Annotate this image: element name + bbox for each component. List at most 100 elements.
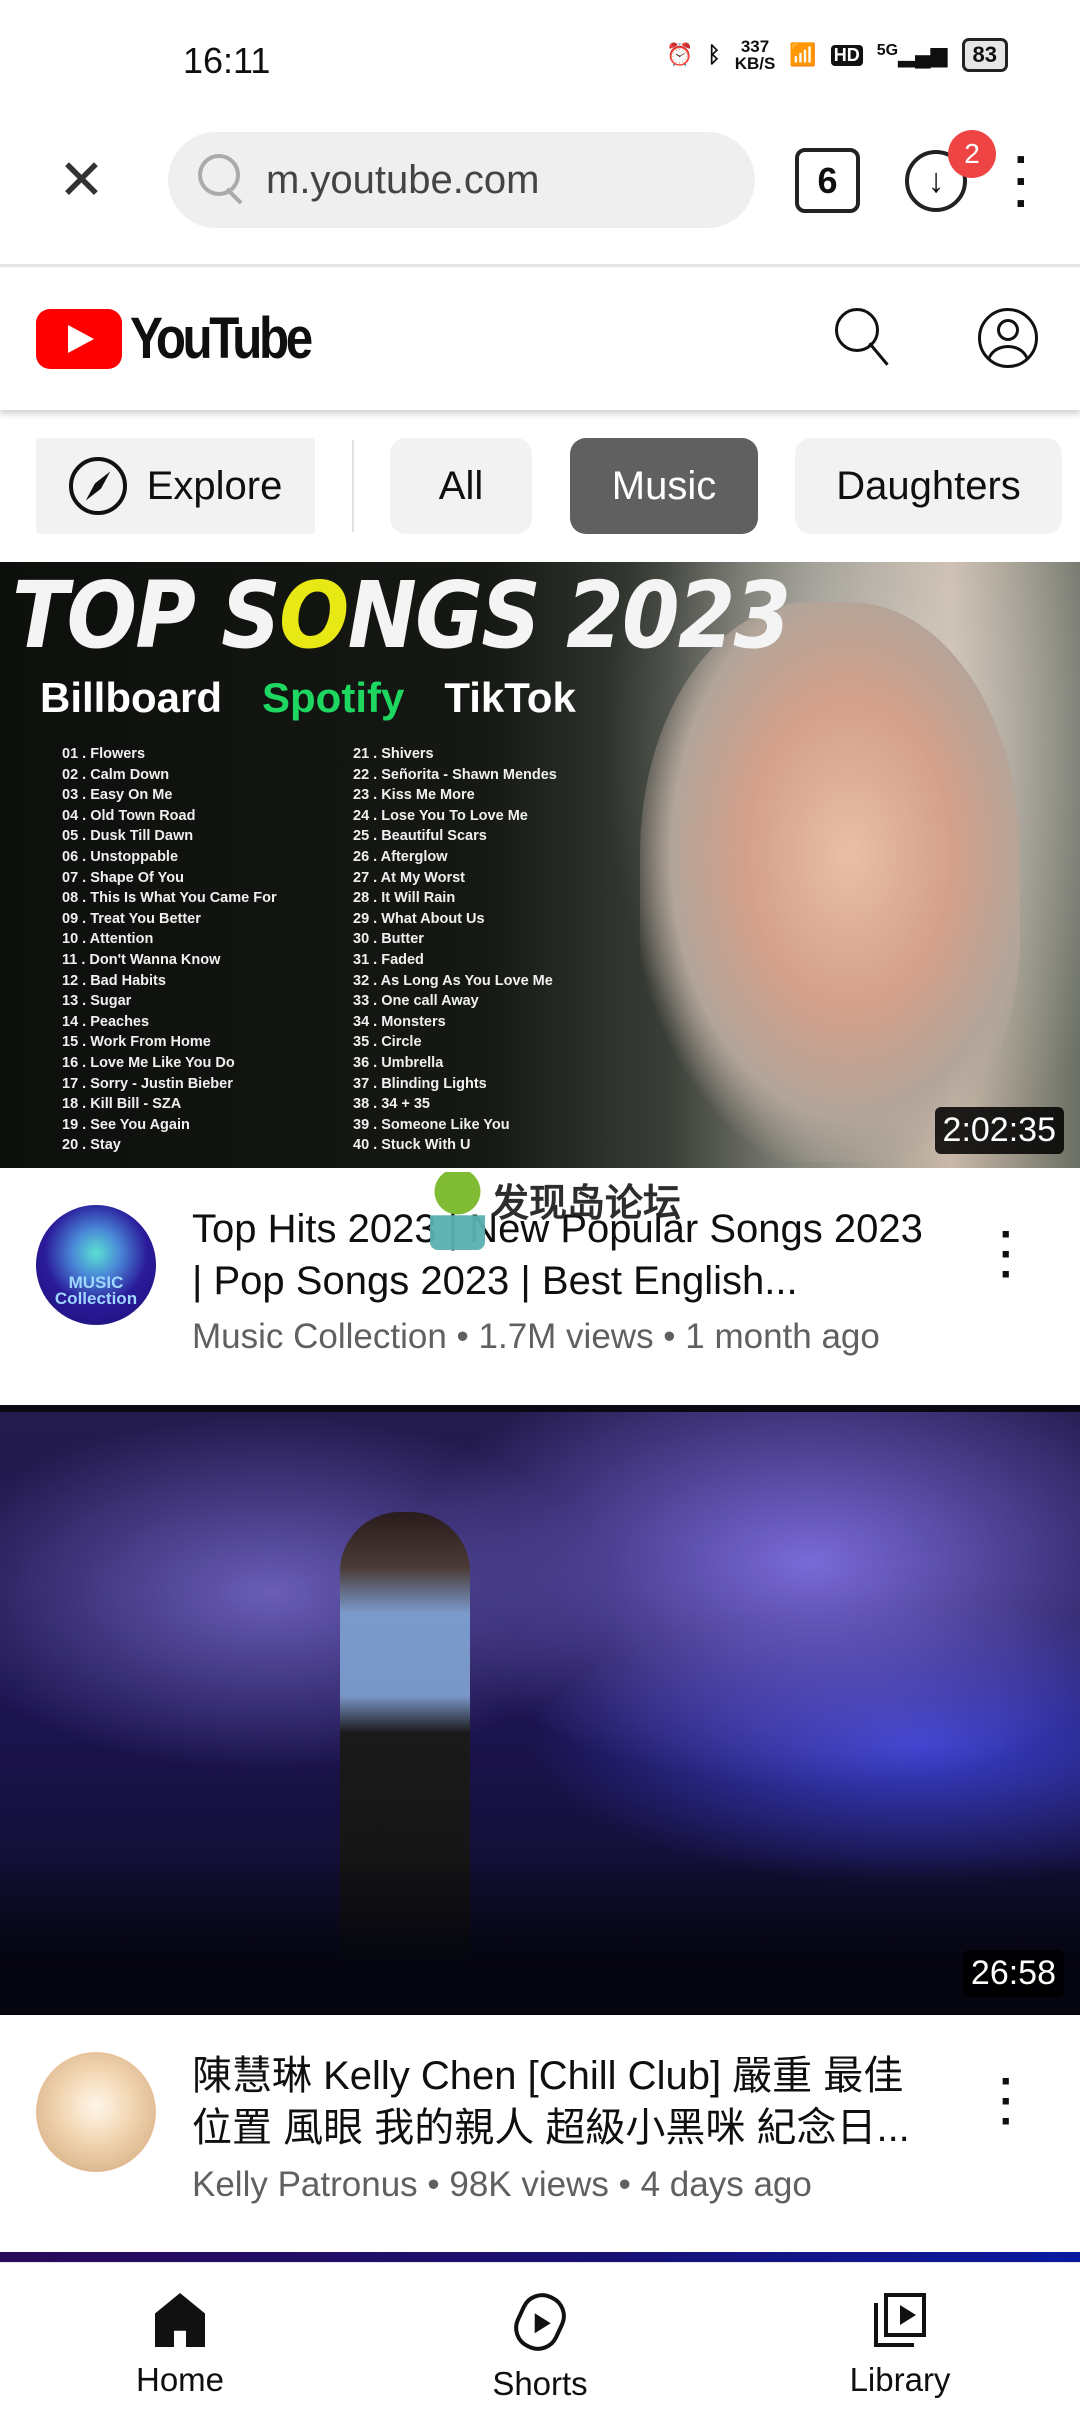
thumbnail-title: TOP SONGS 2023	[12, 562, 791, 669]
song-list-item: 07 . Shape Of You	[62, 869, 184, 886]
song-list-item: 12 . Bad Habits	[62, 972, 166, 989]
status-time: 16:11	[183, 40, 271, 81]
song-list-item: 40 . Stuck With U	[353, 1137, 471, 1154]
download-badge: 2	[948, 130, 996, 178]
video-thumbnail[interactable]: 26:58	[0, 1412, 1080, 2015]
upload-age: 1 month ago	[685, 1317, 880, 1356]
nav-library[interactable]: Library	[770, 2263, 1030, 2413]
song-list-item: 30 . Butter	[353, 931, 424, 948]
song-list-item: 16 . Love Me Like You Do	[62, 1054, 235, 1071]
song-list-item: 01 . Flowers	[62, 746, 146, 762]
chip-daughters[interactable]: Daughters	[795, 438, 1062, 534]
song-list-item: 37 . Blinding Lights	[353, 1075, 487, 1092]
channel-avatar[interactable]: MUSIC Collection	[36, 1205, 156, 1325]
song-list-item: 35 . Circle	[353, 1034, 422, 1051]
chip-all[interactable]: All	[390, 438, 532, 534]
compass-icon	[68, 457, 127, 515]
nav-shorts[interactable]: Shorts	[410, 2263, 670, 2413]
song-list-item: 05 . Dusk Till Dawn	[62, 828, 194, 845]
alarm-icon: ⏰	[666, 42, 694, 67]
close-icon[interactable]: ✕	[58, 150, 105, 210]
song-list-item: 32 . As Long As You Love Me	[353, 972, 553, 989]
shorts-icon	[506, 2285, 574, 2359]
song-list-item: 13 . Sugar	[62, 993, 132, 1010]
nav-home[interactable]: Home	[50, 2263, 310, 2413]
duration-badge: 26:58	[962, 1950, 1064, 1997]
nav-label: Shorts	[492, 2365, 588, 2402]
song-list-item: 15 . Work From Home	[62, 1034, 211, 1051]
song-list-item: 06 . Unstoppable	[62, 848, 179, 865]
song-list-item: 28 . It Will Rain	[353, 890, 456, 907]
hd-icon: HD	[830, 44, 863, 66]
chip-label: Explore	[146, 463, 283, 508]
video-title[interactable]: 陳慧琳 Kelly Chen [Chill Club] 嚴重 最佳 位置 風眼 …	[192, 2050, 942, 2154]
video-meta: Music Collection • 1.7M views • 1 month …	[192, 1317, 880, 1356]
chip-music[interactable]: Music	[570, 438, 758, 534]
song-list-item: 25 . Beautiful Scars	[353, 828, 487, 845]
channel-avatar[interactable]	[36, 2052, 156, 2172]
duration-badge: 2:02:35	[934, 1107, 1064, 1154]
song-list-item: 33 . One call Away	[353, 993, 479, 1010]
battery-icon: 83	[961, 38, 1008, 72]
billboard-logo: Billboard	[40, 674, 223, 721]
video-thumbnail[interactable]: TOP SONGS 2023 Billboard Spotify TikTok …	[0, 562, 1080, 1168]
song-list-left: 01 . Flowers 02 . Calm Down 03 . Easy On M…	[62, 744, 277, 1156]
search-icon[interactable]	[835, 308, 895, 368]
net-speed-unit: KB/S	[734, 54, 776, 73]
song-list-item: 38 . 34 + 35	[353, 1096, 430, 1113]
song-list-item: 21 . Shivers	[353, 746, 434, 762]
song-list-item: 36 . Umbrella	[353, 1054, 444, 1071]
song-list-item: 08 . This Is What You Came For	[62, 890, 277, 907]
thumbnail-brands: Billboard Spotify TikTok	[40, 674, 576, 722]
song-list-item: 02 . Calm Down	[62, 766, 170, 783]
video-meta: Kelly Patronus • 98K views • 4 days ago	[192, 2165, 812, 2204]
song-list-item: 18 . Kill Bill - SZA	[62, 1096, 182, 1113]
next-video-thumbnail[interactable]	[0, 2252, 1080, 2262]
song-list-item: 24 . Lose You To Love Me	[353, 807, 528, 824]
youtube-logo[interactable]: YouTube	[36, 305, 341, 372]
status-icons: ⏰ ᛒ 337 KB/S 📶 HD 5G▂▄▆ 83	[666, 38, 1008, 72]
watermark: 发现岛论坛	[430, 1172, 681, 1250]
channel-name: Music Collection	[192, 1317, 447, 1356]
song-list-item: 29 . What About Us	[353, 910, 485, 927]
song-list-item: 14 . Peaches	[62, 1013, 150, 1030]
song-list-item: 39 . Someone Like You	[353, 1116, 510, 1133]
thumbnail-portrait	[640, 602, 1020, 1162]
song-list-item: 09 . Treat You Better	[62, 910, 201, 927]
song-list-item: 03 . Easy On Me	[62, 787, 173, 804]
account-icon[interactable]	[978, 308, 1038, 368]
nav-label: Home	[135, 2361, 225, 2398]
youtube-play-icon	[36, 308, 122, 369]
chip-divider	[352, 440, 354, 532]
song-list-item: 34 . Monsters	[353, 1013, 446, 1030]
nav-label: Library	[849, 2361, 951, 2398]
song-list-item: 27 . At My Worst	[353, 869, 465, 886]
network-type: 5G	[876, 42, 899, 59]
channel-name: Kelly Patronus	[192, 2165, 418, 2204]
palm-tree-icon	[430, 1172, 485, 1250]
tabs-button[interactable]: 6	[795, 148, 860, 213]
watermark-text: 发现岛论坛	[491, 1183, 682, 1225]
browser-menu-icon[interactable]: · · ·	[1010, 136, 1034, 226]
song-list-item: 11 . Don't Wanna Know	[62, 951, 221, 968]
bottom-nav: Home Shorts Library	[0, 2262, 1080, 2412]
avatar-logo-text: MUSIC Collection	[54, 1273, 138, 1308]
song-list-item: 10 . Attention	[62, 931, 154, 948]
library-icon	[874, 2293, 926, 2347]
search-icon	[198, 154, 244, 206]
upload-age: 4 days ago	[640, 2165, 812, 2204]
youtube-wordmark: YouTube	[130, 306, 313, 371]
chip-explore[interactable]: Explore	[36, 438, 315, 534]
song-list-item: 26 . Afterglow	[353, 848, 448, 865]
more-options-icon[interactable]: · · ·	[995, 1213, 1019, 1297]
song-list-item: 22 . Señorita - Shawn Mendes	[353, 766, 557, 783]
signal-icon: 5G▂▄▆	[876, 42, 948, 67]
song-list-item: 17 . Sorry - Justin Bieber	[62, 1075, 233, 1092]
bluetooth-icon: ᛒ	[707, 42, 721, 67]
net-speed: 337 KB/S	[735, 38, 776, 72]
wifi-icon: 📶	[789, 42, 817, 67]
song-list-item: 04 . Old Town Road	[62, 807, 196, 824]
more-options-icon[interactable]: · · ·	[995, 2060, 1019, 2144]
url-bar[interactable]: m.youtube.com	[168, 132, 755, 228]
song-list-item: 20 . Stay	[62, 1137, 121, 1154]
